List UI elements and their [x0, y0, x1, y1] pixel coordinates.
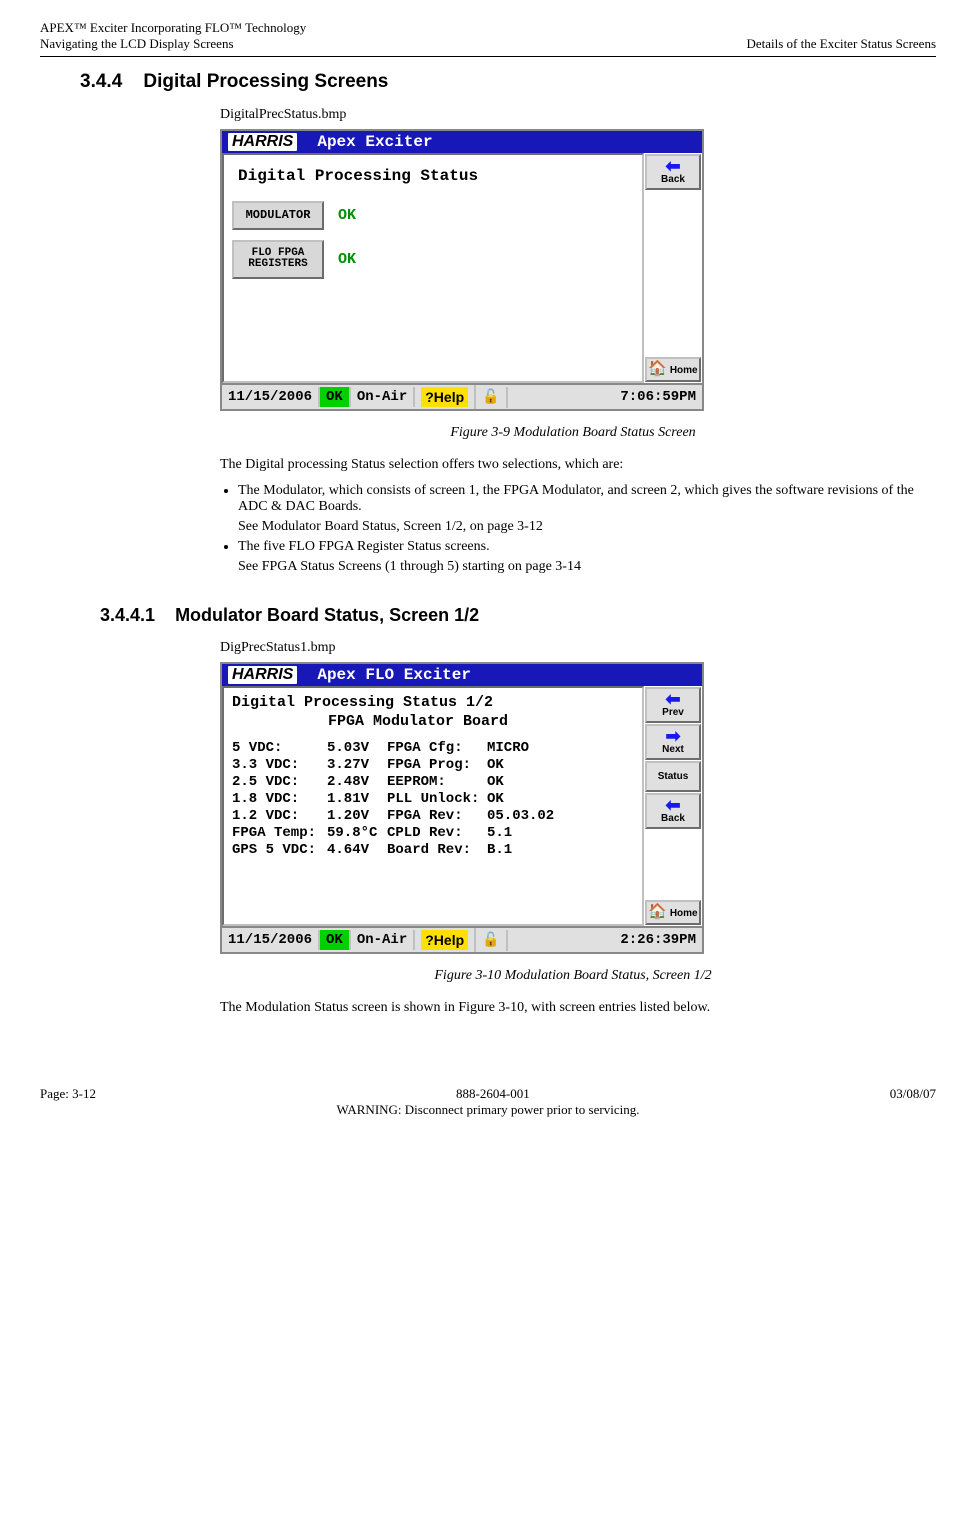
lcd2-heading1: Digital Processing Status 1/2 [232, 694, 634, 711]
row1-val2: OK [487, 757, 634, 773]
back-button[interactable]: ⬅ Back [645, 154, 701, 190]
status-help[interactable]: ?Help [415, 385, 476, 409]
intro-paragraph: The Digital processing Status selection … [220, 457, 926, 473]
footer-date: 03/08/07 [890, 1086, 936, 1102]
status-onair-2: On-Air [351, 930, 415, 950]
row5-label2: CPLD Rev: [387, 825, 487, 841]
back-label-2: Back [661, 813, 685, 824]
subsection-number: 3.4.4.1 [100, 605, 155, 625]
header-left-bottom: Navigating the LCD Display Screens [40, 36, 234, 52]
arrow-left-icon: ⬅ [647, 691, 699, 707]
harris-logo: HARRIS [228, 133, 297, 151]
modulator-status: OK [338, 207, 356, 224]
prev-button[interactable]: ⬅ Prev [645, 687, 701, 723]
row5-label1: FPGA Temp: [232, 825, 327, 841]
home-label-2: Home [670, 908, 698, 919]
help-icon-2: ?Help [421, 930, 468, 950]
section-title: Digital Processing Screens [143, 71, 388, 92]
row2-val1: 2.48V [327, 774, 387, 790]
row1-label1: 3.3 VDC: [232, 757, 327, 773]
row3-val2: OK [487, 791, 634, 807]
bmp-filename-2: DigPrecStatus1.bmp [220, 640, 926, 656]
row5-val2: 5.1 [487, 825, 634, 841]
section-number: 3.4.4 [80, 71, 122, 92]
row3-val1: 1.81V [327, 791, 387, 807]
row6-val2: B.1 [487, 842, 634, 858]
header-right-bottom: Details of the Exciter Status Screens [746, 36, 936, 52]
lock-icon: 🔓 [476, 387, 507, 408]
bullet-flo-fpga: The five FLO FPGA Register Status screen… [238, 539, 926, 575]
row4-val1: 1.20V [327, 808, 387, 824]
lcd-screenshot-2: HARRIS Apex FLO Exciter Digital Processi… [220, 662, 704, 954]
status-label: Status [658, 771, 689, 782]
row4-label2: FPGA Rev: [387, 808, 487, 824]
harris-logo-2: HARRIS [228, 666, 297, 684]
help-icon: ?Help [421, 387, 468, 407]
footer-warning: WARNING: Disconnect primary power prior … [40, 1102, 936, 1118]
flo-fpga-registers-button[interactable]: FLO FPGA REGISTERS [232, 240, 324, 279]
next-label: Next [662, 744, 684, 755]
flo-fpga-status: OK [338, 251, 356, 268]
row1-val1: 3.27V [327, 757, 387, 773]
row6-label2: Board Rev: [387, 842, 487, 858]
lock-icon-2: 🔓 [476, 930, 507, 951]
figure-3-9-caption: Figure 3-9 Modulation Board Status Scree… [220, 425, 926, 441]
modulator-button[interactable]: MODULATOR [232, 201, 324, 230]
status-time: 7:06:59PM [614, 387, 702, 407]
row0-val2: MICRO [487, 740, 634, 756]
back-label: Back [661, 174, 685, 185]
arrow-left-icon: ⬅ [647, 158, 699, 174]
figure-3-10-caption: Figure 3-10 Modulation Board Status, Scr… [220, 968, 926, 984]
prev-label: Prev [662, 707, 684, 718]
arrow-right-icon: ➡ [647, 728, 699, 744]
home-icon: 🏠 [648, 903, 667, 920]
status-date: 11/15/2006 [222, 387, 320, 407]
bmp-filename: DigitalPrecStatus.bmp [220, 107, 926, 123]
row3-label2: PLL Unlock: [387, 791, 487, 807]
home-icon: 🏠 [648, 360, 667, 377]
back-button-2[interactable]: ⬅ Back [645, 793, 701, 829]
row2-label1: 2.5 VDC: [232, 774, 327, 790]
para-modulation-status: The Modulation Status screen is shown in… [220, 1000, 926, 1016]
status-onair: On-Air [351, 387, 415, 407]
bullet2-sub: See FPGA Status Screens (1 through 5) st… [238, 559, 926, 575]
lcd-screenshot-1: HARRIS Apex Exciter Digital Processing S… [220, 129, 704, 411]
bullet-modulator: The Modulator, which consists of screen … [238, 483, 926, 535]
lcd2-heading2: FPGA Modulator Board [202, 713, 634, 730]
row0-label2: FPGA Cfg: [387, 740, 487, 756]
row0-label1: 5 VDC: [232, 740, 327, 756]
bullet1-sub: See Modulator Board Status, Screen 1/2, … [238, 519, 926, 535]
row6-label1: GPS 5 VDC: [232, 842, 327, 858]
lcd2-data-grid: 5 VDC:5.03VFPGA Cfg:MICRO 3.3 VDC:3.27VF… [232, 740, 634, 858]
lcd1-main-heading: Digital Processing Status [238, 167, 634, 185]
header-left-top: APEX™ Exciter Incorporating FLO™ Technol… [40, 20, 306, 36]
arrow-left-icon: ⬅ [647, 797, 699, 813]
footer-page: Page: 3-12 [40, 1086, 96, 1102]
bullet1-text: The Modulator, which consists of screen … [238, 483, 914, 514]
status-help-2[interactable]: ?Help [415, 928, 476, 952]
bullet2-text: The five FLO FPGA Register Status screen… [238, 539, 490, 554]
status-ok-badge-2: OK [320, 930, 351, 950]
row1-label2: FPGA Prog: [387, 757, 487, 773]
home-label: Home [670, 365, 698, 376]
home-button-2[interactable]: 🏠 Home [645, 900, 701, 925]
lcd2-title: Apex FLO Exciter [317, 666, 471, 684]
row2-val2: OK [487, 774, 634, 790]
row2-label2: EEPROM: [387, 774, 487, 790]
subsection-title: Modulator Board Status, Screen 1/2 [175, 605, 479, 625]
next-button[interactable]: ➡ Next [645, 724, 701, 760]
row3-label1: 1.8 VDC: [232, 791, 327, 807]
row0-val1: 5.03V [327, 740, 387, 756]
status-button[interactable]: Status [645, 761, 701, 792]
footer-doc-number: 888-2604-001 [456, 1086, 530, 1102]
status-date-2: 11/15/2006 [222, 930, 320, 950]
home-button[interactable]: 🏠 Home [645, 357, 701, 382]
status-time-2: 2:26:39PM [614, 930, 702, 950]
row6-val1: 4.64V [327, 842, 387, 858]
status-ok-badge: OK [320, 387, 351, 407]
row5-val1: 59.8°C [327, 825, 387, 841]
row4-val2: 05.03.02 [487, 808, 634, 824]
row4-label1: 1.2 VDC: [232, 808, 327, 824]
lcd1-title: Apex Exciter [317, 133, 432, 151]
